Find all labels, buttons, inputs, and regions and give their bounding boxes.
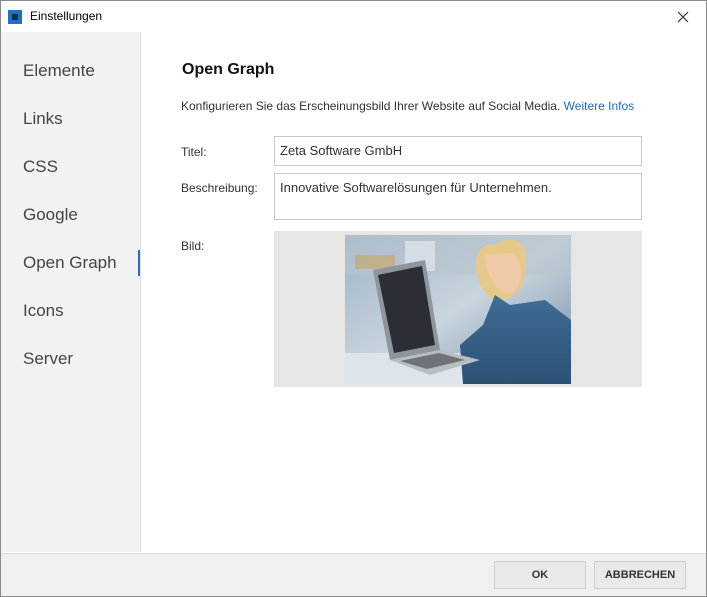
- image-label: Bild:: [181, 239, 205, 253]
- title-bar: Einstellungen: [1, 1, 706, 32]
- description-textarea[interactable]: Innovative Softwarelösungen für Unterneh…: [274, 173, 642, 220]
- close-button[interactable]: [660, 1, 706, 32]
- image-dropzone[interactable]: [274, 231, 642, 387]
- app-icon: [8, 10, 22, 24]
- sidebar-item-google[interactable]: Google: [1, 198, 140, 232]
- sidebar-item-links[interactable]: Links: [1, 102, 140, 136]
- settings-dialog: Einstellungen Elemente Links CSS Google …: [0, 0, 707, 597]
- sidebar-nav: Elemente Links CSS Google Open Graph Ico…: [1, 32, 141, 552]
- sidebar-item-elemente[interactable]: Elemente: [1, 54, 140, 88]
- preview-image: [345, 235, 571, 384]
- sidebar-item-css[interactable]: CSS: [1, 150, 140, 184]
- intro-description: Konfigurieren Sie das Erscheinungsbild I…: [181, 99, 561, 113]
- ok-button[interactable]: OK: [494, 561, 586, 589]
- page-title: Open Graph: [182, 61, 275, 78]
- sidebar-item-icons[interactable]: Icons: [1, 294, 140, 328]
- more-info-link[interactable]: Weitere Infos: [564, 99, 634, 113]
- intro-text: Konfigurieren Sie das Erscheinungsbild I…: [181, 99, 634, 113]
- sidebar-item-server[interactable]: Server: [1, 342, 140, 376]
- window-title: Einstellungen: [30, 9, 103, 23]
- description-label: Beschreibung:: [181, 181, 258, 195]
- dialog-footer: OK ABBRECHEN: [1, 553, 706, 596]
- close-icon: [677, 11, 689, 22]
- title-input[interactable]: Zeta Software GmbH: [274, 136, 642, 166]
- cancel-button[interactable]: ABBRECHEN: [594, 561, 686, 589]
- title-label: Titel:: [181, 145, 207, 159]
- sidebar-item-open-graph[interactable]: Open Graph: [1, 246, 140, 280]
